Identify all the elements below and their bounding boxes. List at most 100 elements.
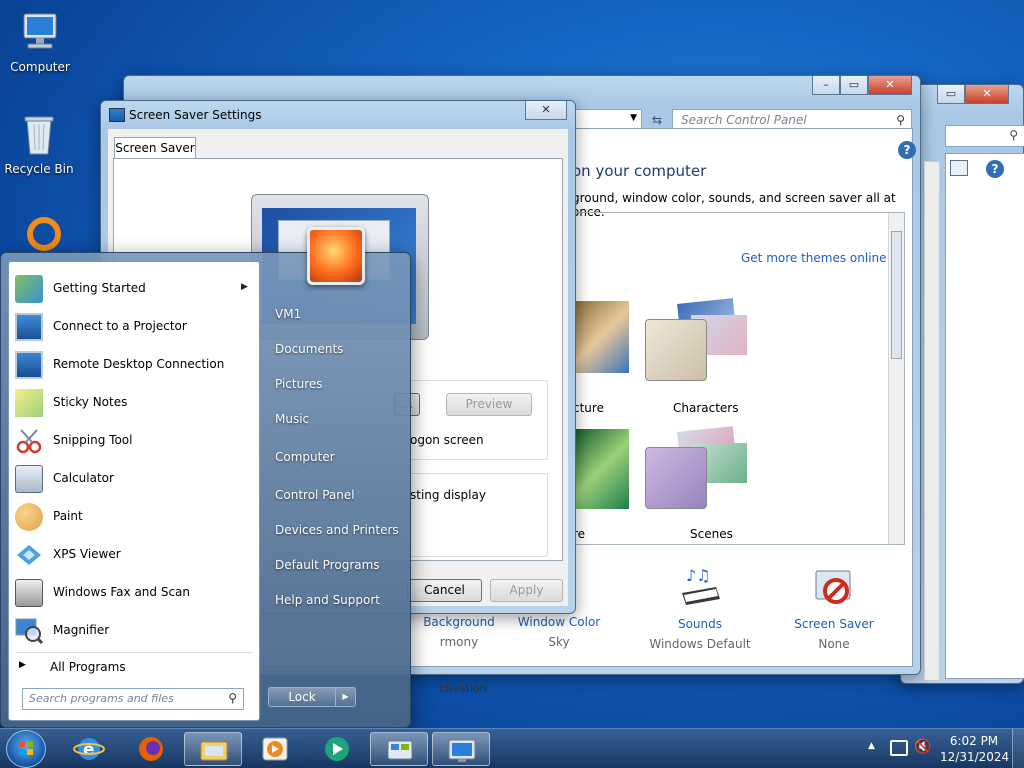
clock-time[interactable]: 6:02 PM xyxy=(948,734,1000,748)
search-icon[interactable]: ⚲ xyxy=(896,110,905,130)
start-item-connect-to-projector[interactable]: Connect to a Projector xyxy=(9,308,259,346)
power-management-group: sting display xyxy=(410,473,548,557)
start-button[interactable] xyxy=(6,730,46,768)
taskbar-media-player[interactable] xyxy=(246,732,304,766)
preview-button[interactable]: Preview xyxy=(446,393,532,416)
close-button[interactable]: ✕ xyxy=(868,76,912,95)
maximize-button[interactable]: ▭ xyxy=(840,76,868,95)
start-item-magnifier[interactable]: Magnifier xyxy=(9,612,259,650)
taskbar-firefox[interactable] xyxy=(122,732,180,766)
volume-muted-icon[interactable]: 🔇 xyxy=(914,739,931,755)
window-color-setting[interactable]: Window Color Sky xyxy=(514,615,604,649)
taskbar-control-panel[interactable] xyxy=(370,732,428,766)
desktop-icon-label: Recycle Bin xyxy=(4,162,74,176)
user-picture[interactable] xyxy=(307,227,365,285)
window-color-link[interactable]: Window Color xyxy=(514,615,604,629)
start-link-documents[interactable]: Documents xyxy=(275,342,343,356)
start-link-devices-and-printers[interactable]: Devices and Printers xyxy=(275,523,399,537)
layout-icon[interactable] xyxy=(950,160,968,176)
submenu-arrow-icon: ▶ xyxy=(241,282,248,292)
close-button[interactable]: ✕ xyxy=(965,85,1009,104)
screen-saver-link[interactable]: Screen Saver xyxy=(784,617,884,631)
recycle-bin-icon xyxy=(15,110,63,158)
taskbar-media-center[interactable] xyxy=(308,732,366,766)
desktop-app-icon[interactable] xyxy=(26,216,62,252)
start-item-label: Remote Desktop Connection xyxy=(53,357,225,371)
search-placeholder: Search programs and files xyxy=(29,692,174,705)
screen-saver-group: ... Preview ogon screen xyxy=(394,380,548,460)
chevron-down-icon[interactable]: ▼ xyxy=(630,113,637,123)
start-item-snipping-tool[interactable]: Snipping Tool xyxy=(9,422,259,460)
shutdown-options-button[interactable]: ▶ xyxy=(336,687,356,707)
clock-date[interactable]: 12/31/2024 xyxy=(940,750,1009,764)
start-link-user[interactable]: VM1 xyxy=(275,307,301,321)
taskbar-explorer[interactable] xyxy=(184,732,242,766)
theme-thumbnail[interactable] xyxy=(573,429,629,509)
dialog-title: Screen Saver Settings xyxy=(129,108,262,122)
start-item-calculator[interactable]: Calculator xyxy=(9,460,259,498)
theme-thumbnail[interactable] xyxy=(573,301,629,373)
screen-saver-setting[interactable]: Screen Saver None xyxy=(784,565,884,651)
background-setting[interactable]: Background rmony xyxy=(414,615,504,649)
maximize-button[interactable]: ▭ xyxy=(937,85,965,104)
start-item-fax-and-scan[interactable]: Windows Fax and Scan xyxy=(9,574,259,612)
calculator-icon xyxy=(15,465,43,493)
search-icon[interactable]: ⚲ xyxy=(228,691,237,705)
scrollbar-thumb[interactable] xyxy=(891,231,902,359)
start-link-pictures[interactable]: Pictures xyxy=(275,377,323,391)
start-item-label: Snipping Tool xyxy=(53,433,133,447)
cancel-button[interactable]: Cancel xyxy=(407,579,482,602)
media-player-icon xyxy=(262,737,288,761)
start-item-sticky-notes[interactable]: Sticky Notes xyxy=(9,384,259,422)
minimize-button[interactable]: – xyxy=(812,76,840,95)
lock-button[interactable]: Lock xyxy=(268,687,336,707)
vertical-scrollbar[interactable] xyxy=(924,161,940,681)
desktop-icon-computer[interactable]: Computer xyxy=(2,8,78,74)
background-link[interactable]: Background xyxy=(414,615,504,629)
chevron-right-icon: ▶ xyxy=(342,692,349,701)
help-icon[interactable]: ? xyxy=(898,141,916,159)
theme-characters[interactable] xyxy=(645,298,765,395)
start-item-paint[interactable]: Paint xyxy=(9,498,259,536)
taskbar-internet-explorer[interactable]: e xyxy=(60,732,118,766)
start-link-control-panel[interactable]: Control Panel xyxy=(275,488,355,502)
get-more-themes-link[interactable]: Get more themes online xyxy=(741,251,887,265)
tab-screen-saver[interactable]: Screen Saver xyxy=(114,137,196,159)
background-value: rmony xyxy=(439,635,479,649)
search-field[interactable]: ⚲ xyxy=(945,125,1024,147)
fax-scan-icon xyxy=(15,579,43,607)
start-item-label: Magnifier xyxy=(53,623,110,637)
network-icon[interactable] xyxy=(890,740,908,756)
start-link-default-programs[interactable]: Default Programs xyxy=(275,558,380,572)
taskbar-screen-saver-settings[interactable] xyxy=(432,732,490,766)
search-icon: ⚲ xyxy=(1009,128,1018,142)
themes-list[interactable]: Get more themes online cture Characters … xyxy=(572,212,905,545)
theme-scenes[interactable] xyxy=(645,426,765,523)
show-hidden-icons-button[interactable]: ▲ xyxy=(868,741,875,751)
start-item-xps-viewer[interactable]: XPS Viewer xyxy=(9,536,259,574)
control-panel-icon xyxy=(387,740,413,760)
magnifier-icon xyxy=(15,617,44,645)
all-programs-button[interactable]: ▶ All Programs xyxy=(9,654,259,682)
show-desktop-button[interactable] xyxy=(1012,729,1024,768)
start-search-input[interactable]: Search programs and files ⚲ xyxy=(22,688,244,710)
start-link-help-and-support[interactable]: Help and Support xyxy=(275,593,380,607)
start-link-computer[interactable]: Computer xyxy=(275,450,335,464)
folder-icon xyxy=(200,741,228,761)
window-color-value: Sky xyxy=(548,635,570,649)
desktop-icon-recycle-bin[interactable]: Recycle Bin xyxy=(1,110,77,176)
theme-label: cture xyxy=(573,401,604,415)
close-button[interactable]: ✕ xyxy=(525,101,567,120)
start-link-music[interactable]: Music xyxy=(275,412,309,426)
help-icon[interactable]: ? xyxy=(986,160,1004,178)
scrollbar[interactable] xyxy=(888,213,904,544)
svg-text:♪♫: ♪♫ xyxy=(686,566,711,585)
all-programs-label: All Programs xyxy=(50,660,126,674)
start-item-getting-started[interactable]: Getting Started ▶ xyxy=(9,270,259,308)
sounds-setting[interactable]: ♪♫ Sounds Windows Default xyxy=(646,565,754,651)
apply-button[interactable]: Apply xyxy=(490,579,563,602)
start-item-remote-desktop[interactable]: Remote Desktop Connection xyxy=(9,346,259,384)
remote-desktop-icon xyxy=(15,351,43,379)
sounds-value: Windows Default xyxy=(649,637,751,651)
sounds-link[interactable]: Sounds xyxy=(646,617,754,631)
